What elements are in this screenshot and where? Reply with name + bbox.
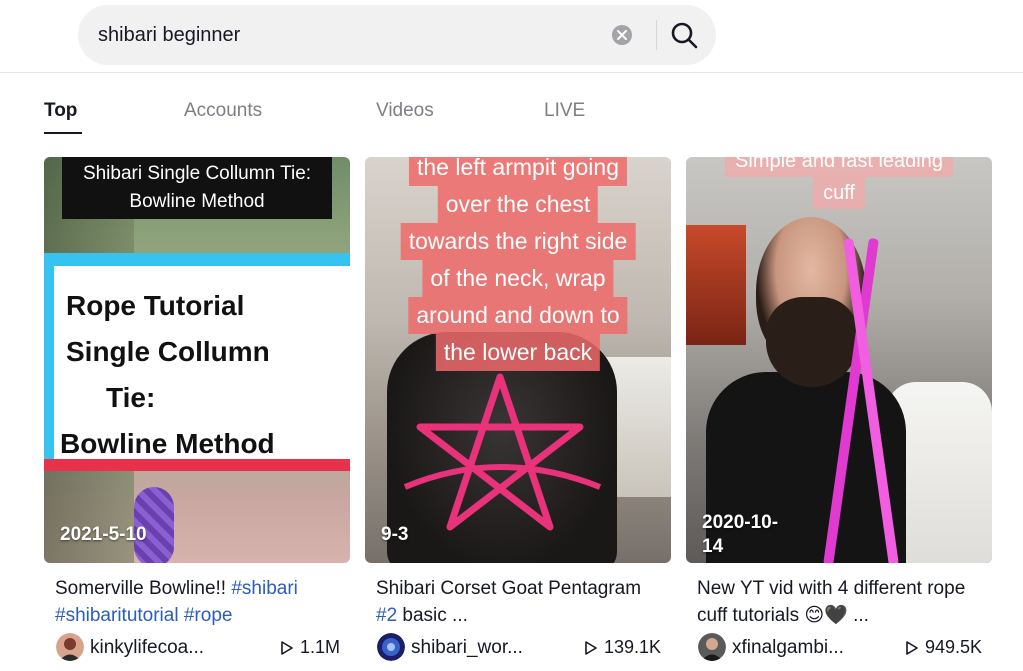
hashtag-link[interactable]: #shibaritutorial bbox=[55, 605, 179, 626]
author-row[interactable]: shibari_wor... 139.1K bbox=[377, 633, 667, 663]
overlay-caption: towards the right side bbox=[400, 223, 636, 260]
play-icon bbox=[906, 640, 918, 655]
hashtag-link[interactable]: #2 bbox=[376, 605, 397, 626]
video-description[interactable]: New YT vid with 4 different rope cuff tu… bbox=[697, 575, 987, 629]
overlay-caption: cuff bbox=[813, 177, 865, 209]
video-description[interactable]: Somerville Bowline!! #shibari #shibaritu… bbox=[55, 575, 345, 629]
play-count: 1.1M bbox=[280, 637, 340, 658]
tab-top[interactable]: Top bbox=[44, 100, 77, 122]
hashtag-link[interactable]: #rope bbox=[184, 605, 233, 626]
video-card[interactable]: the left armpit going over the chest tow… bbox=[365, 157, 671, 667]
author-name[interactable]: shibari_wor... bbox=[411, 637, 523, 659]
avatar[interactable] bbox=[56, 633, 84, 661]
search-bar bbox=[78, 5, 716, 65]
search-input[interactable] bbox=[98, 5, 598, 65]
close-circle-icon bbox=[617, 30, 627, 40]
overlay-title: Rope Tutorial Single Collumn Tie: Bowlin… bbox=[60, 290, 275, 459]
play-count: 949.5K bbox=[905, 637, 982, 658]
video-card[interactable]: Simple and fast leading cuff 2020-10- 14… bbox=[686, 157, 992, 667]
video-description[interactable]: Shibari Corset Goat Pentagram #2 basic .… bbox=[376, 575, 666, 629]
video-date: 2021-5-10 bbox=[60, 524, 147, 545]
search-divider bbox=[656, 20, 657, 50]
magnifier-icon bbox=[671, 22, 698, 49]
video-thumbnail[interactable]: Simple and fast leading cuff 2020-10- 14 bbox=[686, 157, 992, 563]
header-divider bbox=[0, 72, 1023, 73]
overlay-caption: Simple and fast leading bbox=[725, 157, 953, 177]
search-button[interactable] bbox=[668, 19, 700, 51]
overlay-caption: the lower back bbox=[435, 334, 601, 371]
tab-live[interactable]: LIVE bbox=[544, 100, 585, 122]
author-name[interactable]: kinkylifecoa... bbox=[90, 637, 204, 659]
video-thumbnail[interactable]: Shibari Single Collumn Tie: Bowline Meth… bbox=[44, 157, 350, 563]
author-name[interactable]: xfinalgambi... bbox=[732, 637, 844, 659]
tab-accounts[interactable]: Accounts bbox=[184, 100, 262, 122]
overlay-caption: Shibari Single Collumn Tie: Bowline Meth… bbox=[62, 157, 332, 219]
avatar[interactable] bbox=[698, 633, 726, 661]
overlay-caption: around and down to bbox=[408, 297, 628, 334]
tab-videos[interactable]: Videos bbox=[376, 100, 434, 122]
author-row[interactable]: kinkylifecoa... 1.1M bbox=[56, 633, 346, 663]
hashtag-link[interactable]: #shibari bbox=[231, 578, 298, 599]
play-icon bbox=[585, 640, 597, 655]
video-thumbnail[interactable]: the left armpit going over the chest tow… bbox=[365, 157, 671, 563]
video-date: 2020-10- 14 bbox=[702, 512, 779, 557]
avatar[interactable] bbox=[377, 633, 405, 661]
video-date: 9-3 bbox=[381, 524, 409, 545]
overlay-caption: of the neck, wrap bbox=[422, 260, 614, 297]
video-card[interactable]: Shibari Single Collumn Tie: Bowline Meth… bbox=[44, 157, 350, 667]
overlay-caption: over the chest bbox=[437, 186, 599, 223]
rope-pentagram-graphic bbox=[403, 373, 602, 531]
clear-search-button[interactable] bbox=[612, 25, 632, 45]
author-row[interactable]: xfinalgambi... 949.5K bbox=[698, 633, 988, 663]
play-icon bbox=[281, 640, 293, 655]
play-count: 139.1K bbox=[584, 637, 661, 658]
active-tab-indicator bbox=[44, 132, 82, 134]
overlay-caption: the left armpit going bbox=[408, 157, 628, 186]
